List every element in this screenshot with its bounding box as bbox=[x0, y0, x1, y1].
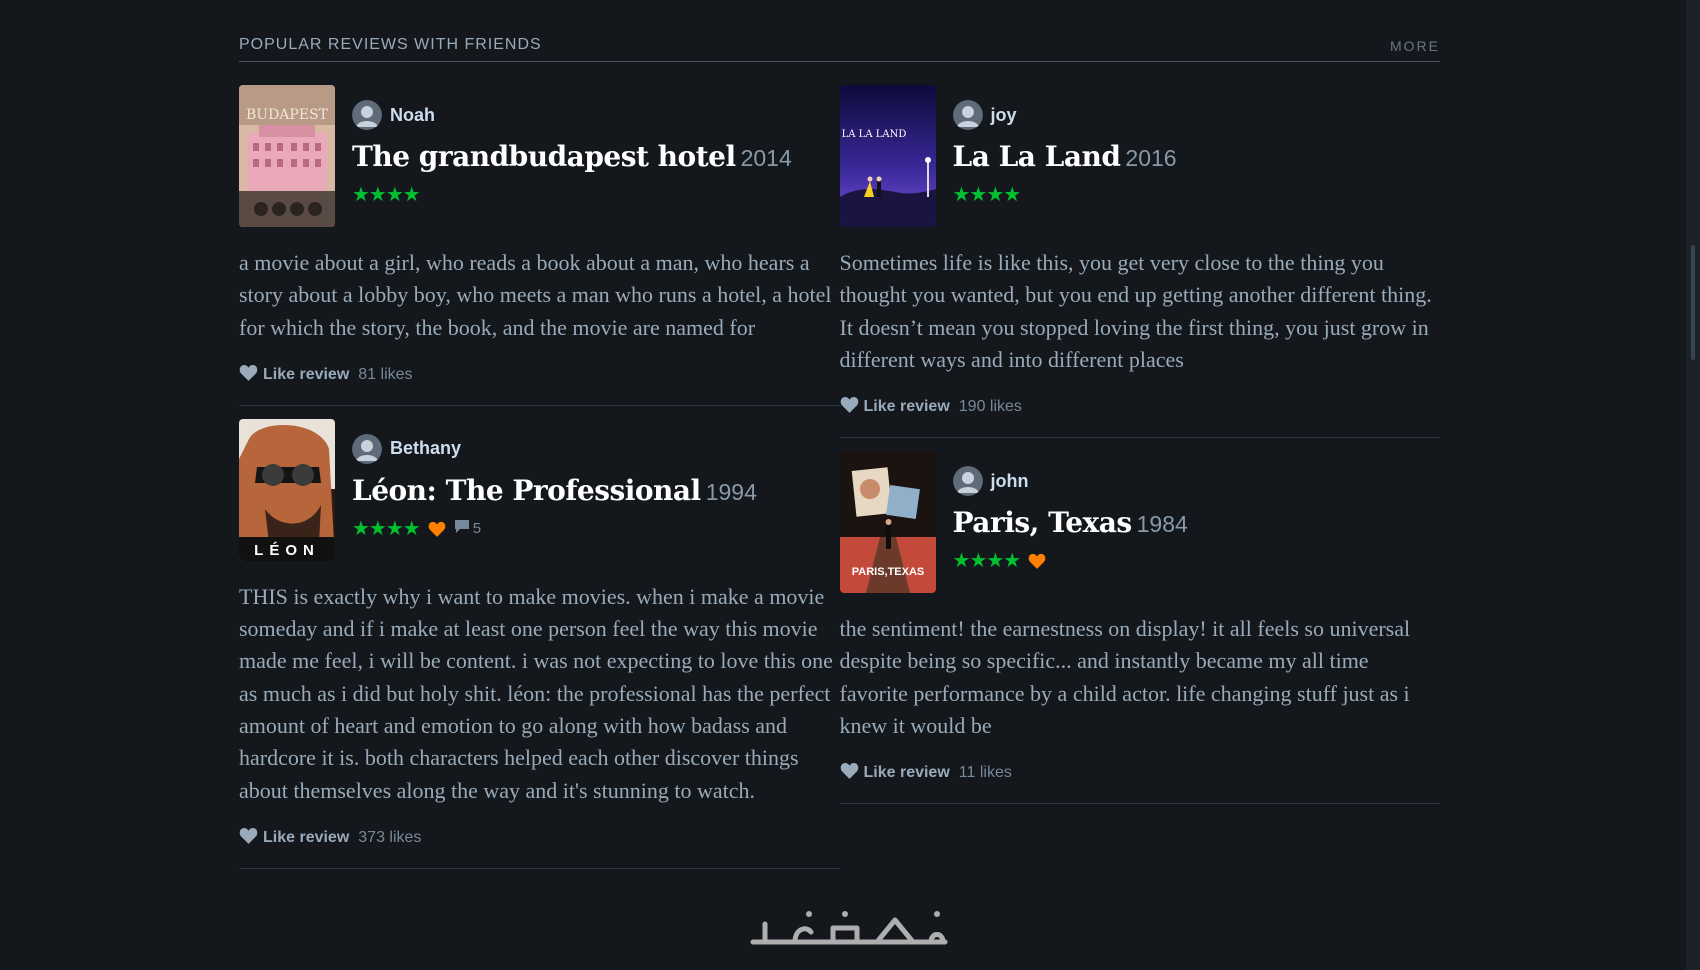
film-title[interactable]: Paris, Texas bbox=[953, 506, 1133, 539]
scrollbar-thumb[interactable] bbox=[1691, 245, 1695, 360]
like-review-button[interactable]: Like review bbox=[239, 364, 349, 386]
review-text: a movie about a girl, who reads a book a… bbox=[239, 250, 832, 340]
review-item: BUDAPEST Noah The grandbudapest hotel 20… bbox=[239, 85, 840, 406]
film-year[interactable]: 2014 bbox=[741, 145, 792, 171]
heart-icon bbox=[840, 396, 859, 418]
watermark-logo bbox=[745, 898, 955, 958]
star-rating: ★★★★ bbox=[952, 184, 1022, 206]
likes-count[interactable]: 190 likes bbox=[959, 398, 1022, 416]
comments-link[interactable]: 5 bbox=[454, 519, 481, 539]
avatar[interactable] bbox=[352, 100, 382, 130]
like-review-button[interactable]: Like review bbox=[239, 827, 349, 849]
like-review-label: Like review bbox=[263, 828, 350, 846]
popular-reviews-section: POPULAR REVIEWS WITH FRIENDS MORE BUDAPE… bbox=[239, 36, 1440, 882]
more-link[interactable]: MORE bbox=[1390, 38, 1440, 54]
likes-count[interactable]: 373 likes bbox=[358, 829, 421, 847]
comment-count: 5 bbox=[472, 520, 482, 538]
section-title: POPULAR REVIEWS WITH FRIENDS bbox=[239, 36, 542, 53]
liked-heart-icon bbox=[428, 521, 446, 537]
film-poster-paris-texas[interactable]: PARIS,TEXAS bbox=[839, 451, 936, 594]
heart-icon bbox=[840, 762, 859, 784]
review-text: the sentiment! the earnestness on displa… bbox=[839, 616, 1411, 739]
review-columns: BUDAPEST Noah The grandbudapest hotel 20… bbox=[239, 85, 1440, 882]
review-item: LA LA LAND joy La La Land 2016 ★★★★ Some… bbox=[839, 85, 1440, 439]
star-rating: ★★★★ bbox=[352, 184, 421, 206]
poster-title-text: PARIS,TEXAS bbox=[851, 566, 924, 578]
review-item: PARIS,TEXAS john Paris, Texas 1984 ★★★★ … bbox=[839, 451, 1440, 805]
like-review-button[interactable]: Like review bbox=[840, 762, 950, 784]
film-title[interactable]: Léon: The Professional bbox=[352, 474, 701, 507]
review-text: Sometimes life is like this, you get ver… bbox=[839, 250, 1432, 372]
like-review-label: Like review bbox=[863, 398, 950, 416]
review-text: THIS is exactly why i want to make movie… bbox=[239, 583, 833, 803]
film-poster-grand-budapest[interactable]: BUDAPEST bbox=[239, 85, 335, 227]
section-header: POPULAR REVIEWS WITH FRIENDS MORE bbox=[239, 36, 1440, 62]
like-review-label: Like review bbox=[863, 764, 950, 782]
star-rating: ★★★★ bbox=[952, 550, 1022, 573]
film-year[interactable]: 1994 bbox=[706, 479, 757, 505]
review-author[interactable]: Noah bbox=[390, 105, 435, 126]
film-year[interactable]: 1984 bbox=[1137, 511, 1188, 537]
poster-title-text: BUDAPEST bbox=[246, 107, 329, 123]
film-year[interactable]: 2016 bbox=[1125, 145, 1176, 171]
film-title[interactable]: The grandbudapest hotel bbox=[352, 140, 736, 173]
heart-icon bbox=[239, 827, 258, 849]
likes-count[interactable]: 11 likes bbox=[959, 764, 1012, 782]
like-review-button[interactable]: Like review bbox=[840, 396, 950, 418]
star-rating: ★★★★ bbox=[352, 517, 421, 540]
review-author[interactable]: john bbox=[991, 471, 1029, 492]
review-author[interactable]: joy bbox=[991, 105, 1017, 126]
film-title[interactable]: La La Land bbox=[953, 140, 1121, 173]
avatar[interactable] bbox=[952, 466, 983, 497]
poster-title-text: LÉON bbox=[254, 542, 320, 559]
avatar[interactable] bbox=[952, 100, 983, 130]
avatar[interactable] bbox=[352, 433, 382, 464]
likes-count[interactable]: 81 likes bbox=[358, 366, 412, 384]
review-column-left: BUDAPEST Noah The grandbudapest hotel 20… bbox=[239, 85, 840, 882]
like-review-label: Like review bbox=[263, 365, 350, 383]
scrollbar[interactable] bbox=[1686, 0, 1700, 970]
review-item: LÉON Bethany Léon: The Professional1994 bbox=[239, 418, 840, 869]
comment-icon bbox=[454, 519, 470, 539]
review-column-right: LA LA LAND joy La La Land 2016 ★★★★ Some… bbox=[839, 85, 1440, 882]
film-poster-leon[interactable]: LÉON bbox=[239, 418, 335, 561]
liked-heart-icon bbox=[1028, 553, 1046, 570]
heart-icon bbox=[239, 364, 258, 386]
review-author[interactable]: Bethany bbox=[390, 438, 461, 459]
film-poster-la-la-land[interactable]: LA LA LAND bbox=[839, 85, 936, 227]
poster-title-text: LA LA LAND bbox=[841, 129, 906, 140]
